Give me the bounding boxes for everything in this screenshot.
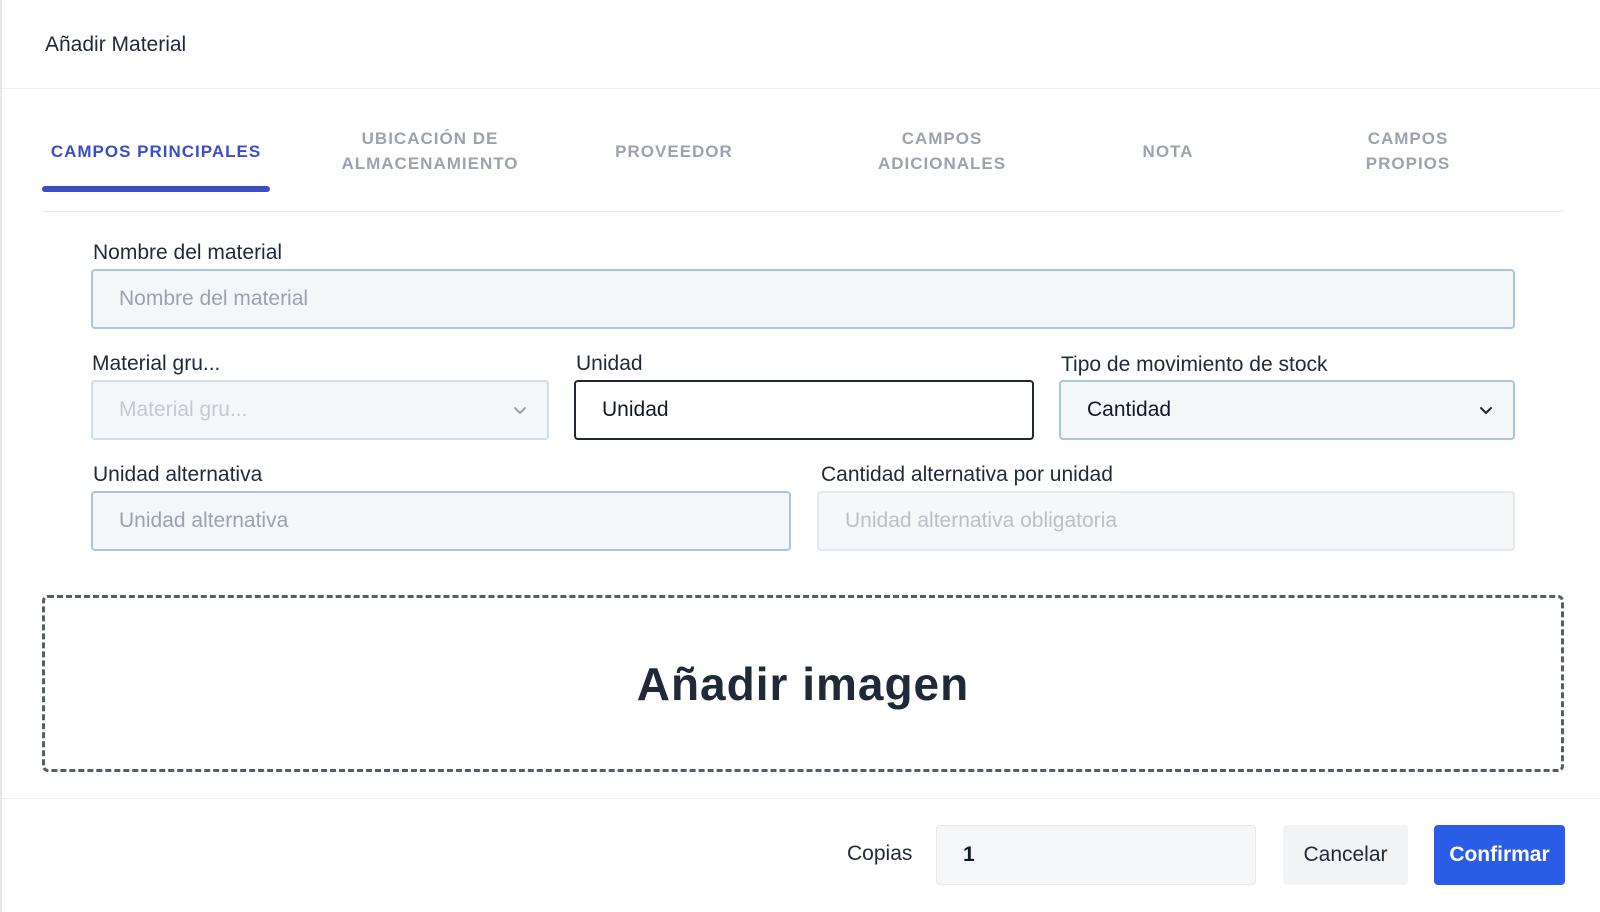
alt-quantity-input[interactable]: Unidad alternativa obligatoria <box>817 491 1515 551</box>
add-image-dropzone[interactable]: Añadir imagen <box>42 595 1564 772</box>
copies-value: 1 <box>963 843 975 866</box>
material-group-placeholder: Material gru... <box>119 398 248 421</box>
tab-proveedor[interactable]: PROVEEDOR <box>614 90 734 212</box>
unit-value: Unidad <box>602 398 669 421</box>
confirm-button[interactable]: Confirmar <box>1434 825 1565 885</box>
unit-input[interactable]: Unidad <box>574 380 1034 440</box>
tab-label: CAMPOS PROPIOS <box>1365 129 1451 173</box>
tab-campos-adicionales[interactable]: CAMPOS ADICIONALES <box>862 90 1022 212</box>
tab-label: CAMPOS PRINCIPALES <box>50 141 262 161</box>
stock-movement-type-label: Tipo de movimiento de stock <box>1061 353 1328 376</box>
alt-unit-input[interactable]: Unidad alternativa <box>91 491 791 551</box>
cancel-button[interactable]: Cancelar <box>1283 825 1408 885</box>
tab-label: PROVEEDOR <box>615 141 733 161</box>
material-name-placeholder: Nombre del material <box>119 287 309 310</box>
modal-title: Añadir Material <box>45 33 187 56</box>
add-image-label: Añadir imagen <box>636 657 970 710</box>
tab-label: CAMPOS ADICIONALES <box>877 129 1007 173</box>
alt-quantity-label: Cantidad alternativa por unidad <box>821 463 1113 486</box>
tab-label: UBICACIÓN DE ALMACENAMIENTO <box>341 129 519 173</box>
add-material-modal: Añadir Material CAMPOS PRINCIPALES UBICA… <box>0 0 1600 912</box>
tab-ubicacion-almacenamiento[interactable]: UBICACIÓN DE ALMACENAMIENTO <box>320 90 540 212</box>
active-tab-indicator <box>42 186 270 192</box>
stock-movement-type-select[interactable]: Cantidad <box>1059 380 1515 440</box>
tab-campos-propios[interactable]: CAMPOS PROPIOS <box>1348 90 1468 212</box>
material-group-select[interactable]: Material gru... <box>91 380 549 440</box>
material-name-label: Nombre del material <box>93 241 283 264</box>
chevron-down-icon <box>514 407 526 414</box>
alt-unit-placeholder: Unidad alternativa <box>119 509 289 532</box>
material-group-label: Material gru... <box>92 352 221 375</box>
alt-quantity-placeholder: Unidad alternativa obligatoria <box>845 509 1118 532</box>
stock-movement-type-value: Cantidad <box>1087 398 1172 421</box>
copies-label: Copias <box>847 842 913 865</box>
alt-unit-label: Unidad alternativa <box>93 463 263 486</box>
chevron-down-icon <box>1480 407 1492 414</box>
modal-header: Añadir Material <box>2 0 1600 89</box>
material-name-input[interactable]: Nombre del material <box>91 269 1515 329</box>
copies-input[interactable]: 1 <box>936 825 1256 885</box>
unit-label: Unidad <box>576 352 643 375</box>
tab-label: NOTA <box>1142 141 1194 161</box>
tab-nota[interactable]: NOTA <box>1128 90 1208 212</box>
tab-bar: CAMPOS PRINCIPALES UBICACIÓN DE ALMACENA… <box>42 90 1564 212</box>
tab-campos-principales[interactable]: CAMPOS PRINCIPALES <box>42 90 270 212</box>
